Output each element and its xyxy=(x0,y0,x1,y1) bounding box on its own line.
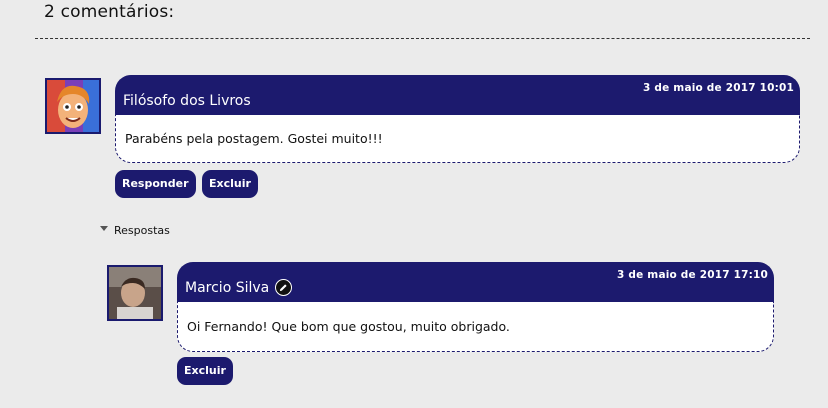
comment-date[interactable]: 3 de maio de 2017 10:01 xyxy=(643,82,794,94)
reply-author[interactable]: Marcio Silva xyxy=(185,279,293,296)
comment-text: Parabéns pela postagem. Gostei muito!!! xyxy=(125,131,383,146)
reply-button[interactable]: Responder xyxy=(115,170,196,198)
comment-author[interactable]: Filósofo dos Livros xyxy=(123,93,251,109)
caret-down-icon xyxy=(100,226,108,231)
reply-author-name[interactable]: Marcio Silva xyxy=(185,280,269,296)
reply-date[interactable]: 3 de maio de 2017 17:10 xyxy=(617,269,768,281)
divider xyxy=(35,38,810,39)
pencil-icon xyxy=(275,279,293,296)
photo-avatar-icon xyxy=(109,267,161,319)
comments-heading: 2 comentários: xyxy=(44,2,175,22)
replies-toggle-label: Respostas xyxy=(114,224,170,237)
reply-bubble-1: Marcio Silva 3 de maio de 2017 17:10 Oi … xyxy=(177,262,774,352)
comment-body-1: Parabéns pela postagem. Gostei muito!!! xyxy=(115,115,800,163)
reply-body-1: Oi Fernando! Que bom que gostou, muito o… xyxy=(177,302,774,352)
comment-author-name[interactable]: Filósofo dos Livros xyxy=(123,93,251,109)
comment-header-1: Filósofo dos Livros 3 de maio de 2017 10… xyxy=(115,75,800,115)
cartoon-avatar-icon xyxy=(47,80,99,132)
reply-text: Oi Fernando! Que bom que gostou, muito o… xyxy=(187,319,510,334)
delete-button[interactable]: Excluir xyxy=(202,170,258,198)
comment-bubble-1: Filósofo dos Livros 3 de maio de 2017 10… xyxy=(115,75,800,163)
avatar-filosofo[interactable] xyxy=(45,78,101,134)
reply-header-1: Marcio Silva 3 de maio de 2017 17:10 xyxy=(177,262,774,302)
reply-delete-button[interactable]: Excluir xyxy=(177,357,233,385)
replies-toggle[interactable]: Respostas xyxy=(100,224,170,237)
avatar-marcio[interactable] xyxy=(107,265,163,321)
